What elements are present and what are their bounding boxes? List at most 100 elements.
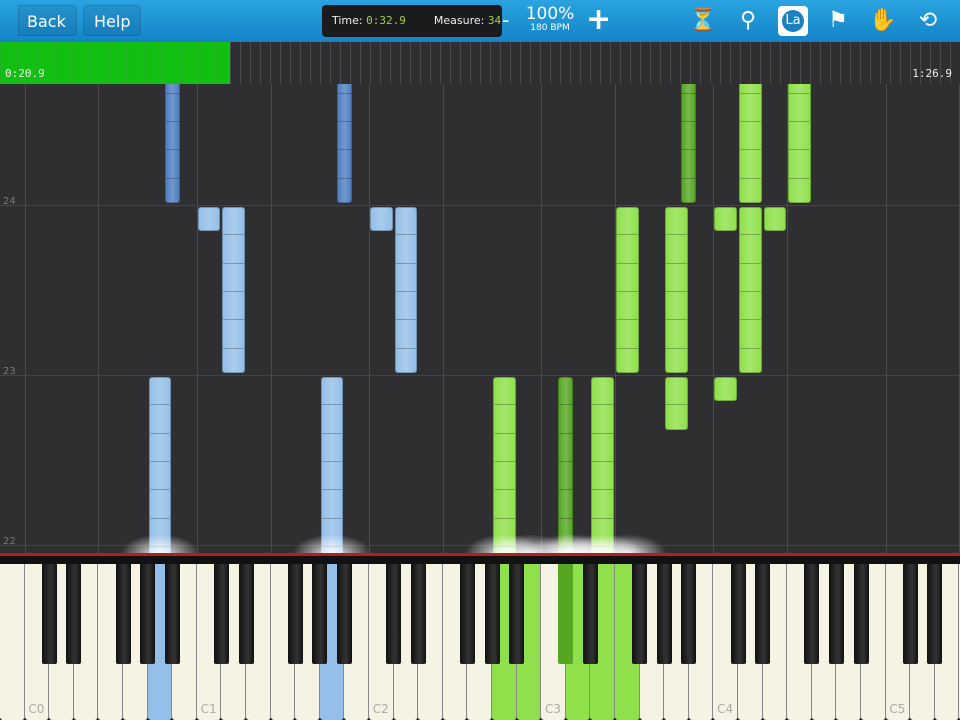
timeline-scrubber[interactable]: 0:20.9 1:26.9 — [0, 42, 960, 84]
right-hand-note — [616, 207, 639, 373]
note-segment — [592, 517, 613, 519]
note-segment — [149, 461, 171, 462]
note-segment — [395, 234, 417, 236]
black-key[interactable] — [902, 564, 918, 664]
grid-line — [98, 84, 99, 554]
left-hand-note — [164, 84, 180, 204]
right-hand-note — [493, 377, 516, 554]
note-segment — [149, 432, 171, 434]
note-segment — [149, 404, 171, 406]
right-hand-note — [665, 377, 688, 430]
black-key[interactable] — [730, 564, 746, 664]
note-segment — [494, 432, 515, 434]
metronome-icon[interactable]: ⏳ — [688, 6, 718, 36]
note-segment — [149, 489, 171, 491]
black-key[interactable] — [755, 564, 771, 664]
note-segment — [321, 517, 343, 519]
grid-line — [197, 84, 198, 554]
left-hand-note — [394, 207, 418, 373]
note-segment — [617, 262, 638, 264]
black-key[interactable] — [140, 564, 156, 664]
white-key[interactable] — [0, 564, 25, 720]
left-hand-note — [148, 377, 172, 554]
right-hand-note — [714, 377, 737, 402]
help-button[interactable]: Help — [83, 5, 142, 36]
black-key[interactable] — [66, 564, 82, 664]
black-key[interactable] — [558, 564, 574, 664]
grid-line — [443, 84, 444, 554]
note-segment — [494, 404, 515, 406]
back-button[interactable]: Back — [18, 5, 77, 36]
hand-icon[interactable]: ✋ — [868, 6, 898, 36]
note-segment — [592, 461, 613, 462]
note-segment — [165, 121, 179, 123]
timeline-end: 1:26.9 — [912, 67, 952, 80]
black-key[interactable] — [509, 564, 525, 664]
measure-line — [0, 375, 960, 377]
note-segment — [740, 262, 761, 264]
speed-decrease-button[interactable]: - — [502, 8, 509, 32]
black-key[interactable] — [213, 564, 229, 664]
key-hit-glow — [292, 534, 373, 554]
right-hand-note — [788, 84, 811, 204]
note-segment — [223, 291, 244, 293]
left-hand-note — [197, 207, 221, 232]
note-segment — [223, 262, 244, 264]
note-segment — [494, 461, 515, 462]
note-labels-text: La — [782, 10, 804, 32]
note-segment — [666, 234, 687, 236]
black-key[interactable] — [804, 564, 820, 664]
speed-percent: 100% — [525, 4, 575, 24]
grid-line — [713, 84, 714, 554]
note-segment — [321, 404, 343, 406]
black-key[interactable] — [681, 564, 697, 664]
note-labels-icon[interactable]: La — [778, 6, 808, 36]
note-segment — [789, 92, 810, 94]
note-segment — [789, 177, 810, 179]
note-segment — [740, 319, 761, 321]
black-key[interactable] — [164, 564, 180, 664]
key-label: C2 — [372, 702, 389, 716]
black-key[interactable] — [484, 564, 500, 664]
black-key[interactable] — [632, 564, 648, 664]
note-segment — [165, 149, 179, 151]
key-label: C4 — [717, 702, 734, 716]
note-segment — [494, 489, 515, 491]
note-segment — [395, 347, 417, 349]
note-segment — [740, 291, 761, 293]
right-hand-note — [558, 377, 574, 554]
note-segment — [165, 177, 179, 179]
note-segment — [789, 149, 810, 151]
loop-icon[interactable]: ⟲ — [913, 6, 943, 36]
black-key[interactable] — [238, 564, 254, 664]
bpm: 180 BPM — [530, 23, 570, 33]
note-segment — [592, 489, 613, 491]
note-segment — [337, 177, 351, 179]
measure-label: Measure: — [433, 14, 485, 27]
key-hit-glow — [119, 534, 200, 554]
note-segment — [666, 291, 687, 293]
grid-line — [25, 84, 26, 554]
black-key[interactable] — [115, 564, 131, 664]
bookmark-icon[interactable]: ⚑ — [823, 6, 853, 36]
measure-line — [0, 205, 960, 207]
speed-increase-button[interactable]: + — [586, 2, 611, 37]
black-key[interactable] — [828, 564, 844, 664]
note-segment — [682, 149, 696, 151]
black-key[interactable] — [336, 564, 352, 664]
note-segment — [494, 517, 515, 519]
black-key[interactable] — [459, 564, 475, 664]
black-key[interactable] — [853, 564, 869, 664]
black-key[interactable] — [656, 564, 672, 664]
black-key[interactable] — [927, 564, 943, 664]
note-segment — [223, 347, 244, 349]
black-key[interactable] — [312, 564, 328, 664]
black-key[interactable] — [287, 564, 303, 664]
black-key[interactable] — [386, 564, 402, 664]
note-segment — [321, 489, 343, 491]
black-key[interactable] — [41, 564, 57, 664]
black-key[interactable] — [582, 564, 598, 664]
grid-line — [271, 84, 272, 554]
zoom-icon[interactable]: ⚲ — [733, 6, 763, 36]
black-key[interactable] — [410, 564, 426, 664]
